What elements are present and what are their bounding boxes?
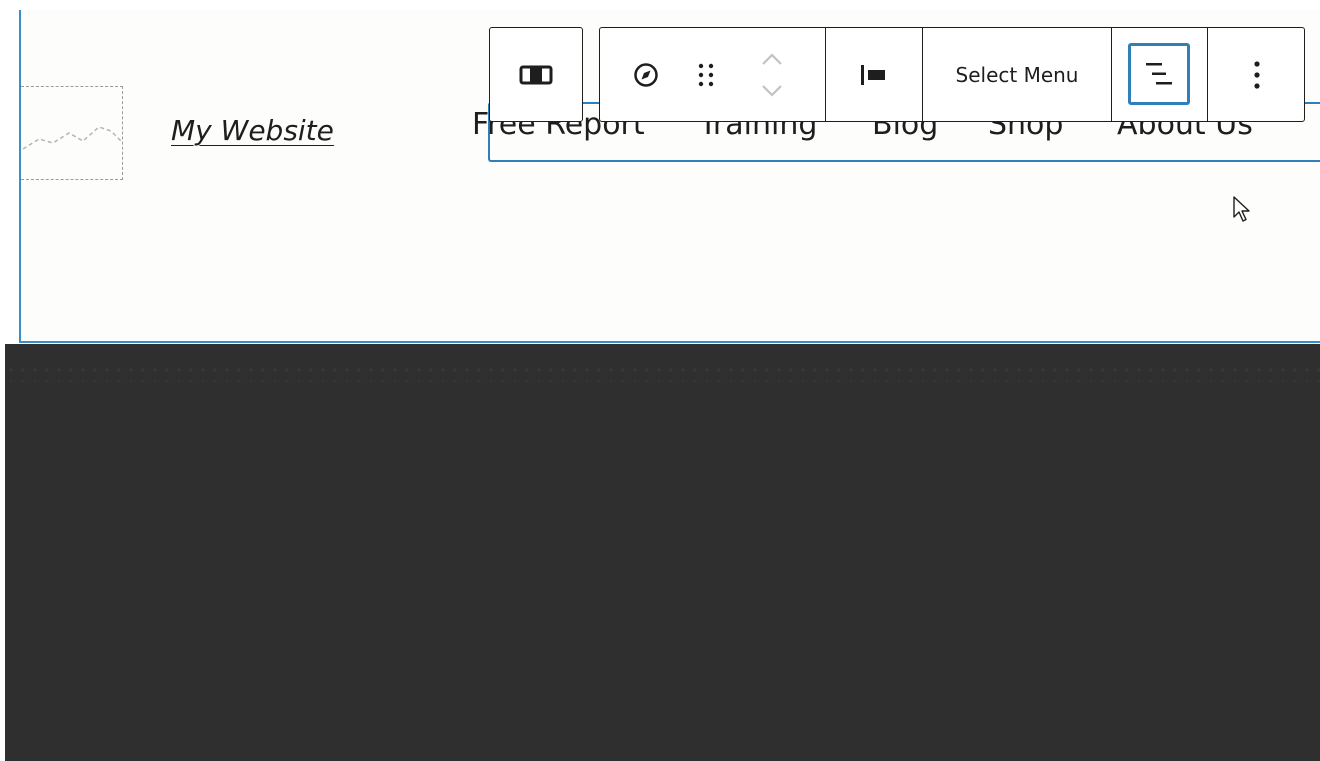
- mouse-cursor-icon: [1233, 196, 1250, 222]
- site-title-link[interactable]: My Website: [171, 114, 334, 147]
- chevron-down-icon[interactable]: [759, 82, 785, 100]
- canvas-pattern: [5, 364, 1320, 382]
- editor-stage: My Website Free Report Training Blog Sho…: [0, 0, 1320, 761]
- compass-icon: [634, 62, 658, 87]
- block-toolbar: Select Menu: [599, 27, 1305, 122]
- logo-placeholder-icon: [22, 126, 123, 150]
- editor-canvas-background: [5, 344, 1320, 761]
- select-menu-label: Select Menu: [955, 62, 1079, 87]
- list-view-button[interactable]: [1128, 43, 1190, 105]
- drag-handle-button[interactable]: [686, 28, 726, 121]
- template-part-icon: [490, 28, 582, 121]
- block-type-button[interactable]: [618, 28, 674, 121]
- chevron-up-icon[interactable]: [759, 50, 785, 68]
- justification-button[interactable]: [826, 28, 922, 121]
- toolbar-divider: [1111, 28, 1112, 121]
- select-menu-button[interactable]: Select Menu: [923, 28, 1111, 121]
- drag-handle-icon: [698, 63, 714, 86]
- site-logo-placeholder[interactable]: [21, 86, 123, 180]
- more-options-icon: [1254, 60, 1260, 89]
- block-mover: [746, 28, 798, 121]
- list-view-icon: [1146, 63, 1172, 85]
- justify-left-icon: [861, 64, 885, 85]
- more-options-button[interactable]: [1208, 28, 1306, 121]
- select-parent-block-button[interactable]: [489, 27, 583, 122]
